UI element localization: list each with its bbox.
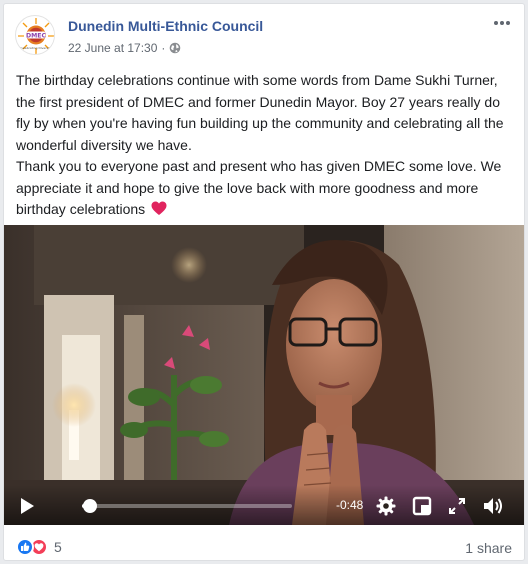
reactions-summary[interactable]: 5 [16,538,62,556]
post-paragraph-1: The birthday celebrations continue with … [16,72,504,153]
post-header: DMEC Celebrating Diversity Dunedin Multi… [4,4,524,64]
play-icon[interactable] [18,497,36,515]
video-controls-bar: -0:48 [4,485,524,525]
video-player[interactable]: -0:48 [4,225,524,525]
post-footer: 5 1 share [4,528,524,560]
post-card: DMEC Celebrating Diversity Dunedin Multi… [3,3,525,561]
post-paragraph-2: Thank you to everyone past and present w… [16,156,514,223]
more-options-button[interactable] [490,14,514,32]
page-name-link[interactable]: Dunedin Multi-Ethnic Council [68,18,263,34]
post-timestamp[interactable]: 22 June at 17:30 [68,41,157,55]
ellipsis-icon [494,21,510,25]
video-progress-handle[interactable] [83,499,98,513]
gear-icon[interactable] [376,496,396,516]
miniplayer-icon[interactable] [412,496,432,516]
post-paragraph-2-text: Thank you to everyone past and present w… [16,158,502,217]
video-progress-track[interactable] [82,499,292,513]
post-meta: 22 June at 17:30 · [68,41,181,55]
post-message: The birthday celebrations continue with … [16,70,514,223]
fullscreen-icon[interactable] [448,497,466,515]
like-icon [16,538,34,556]
globe-icon[interactable] [169,42,181,54]
logo-tagline: Celebrating Diversity [20,46,52,50]
page-avatar[interactable]: DMEC Celebrating Diversity [15,15,55,55]
red-heart-icon [151,201,167,223]
share-count-link[interactable]: 1 share [465,540,512,556]
logo-text: DMEC [26,32,47,39]
reaction-count: 5 [54,539,62,555]
meta-separator: · [161,41,166,55]
video-time-remaining: -0:48 [336,498,364,512]
video-frame [4,225,524,525]
dmec-logo: DMEC Celebrating Diversity [17,17,54,54]
volume-icon[interactable] [482,496,504,516]
